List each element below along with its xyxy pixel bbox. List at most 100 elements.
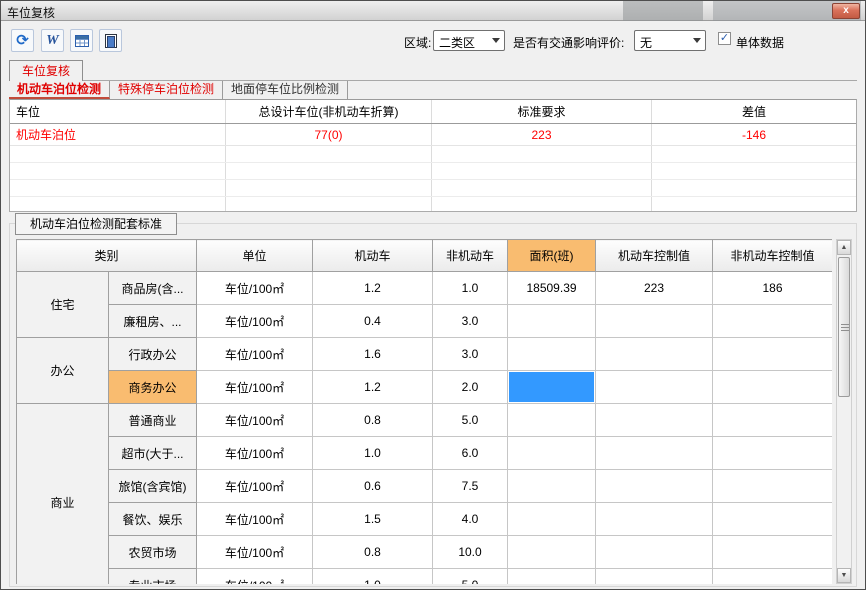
motor-control-cell[interactable] <box>596 338 713 371</box>
nonmotor-cell[interactable]: 3.0 <box>433 338 508 371</box>
motor-control-cell[interactable] <box>596 536 713 569</box>
category-cell[interactable]: 超市(大于... <box>109 437 197 470</box>
col-header-motor-control[interactable]: 机动车控制值 <box>596 240 713 272</box>
category-cell[interactable]: 普通商业 <box>109 404 197 437</box>
region-combobox[interactable]: 二类区 <box>433 30 505 51</box>
area-cell[interactable] <box>508 536 596 569</box>
refresh-button[interactable]: ⟳ <box>11 29 34 52</box>
category-cell[interactable]: 餐饮、娱乐 <box>109 503 197 536</box>
single-data-checkbox[interactable]: ✓ <box>718 32 731 45</box>
nonmotor-control-cell[interactable]: 186 <box>713 272 832 305</box>
unit-cell[interactable]: 车位/100㎡ <box>197 536 313 569</box>
tab-parking-review[interactable]: 车位复核 <box>9 60 83 81</box>
scroll-down-button[interactable]: ▼ <box>837 568 851 583</box>
category-cell-selected[interactable]: 商务办公 <box>109 371 197 404</box>
unit-cell[interactable]: 车位/100㎡ <box>197 305 313 338</box>
category-cell[interactable]: 农贸市场 <box>109 536 197 569</box>
traffic-impact-combobox[interactable]: 无 <box>634 30 706 51</box>
nonmotor-cell[interactable]: 7.5 <box>433 470 508 503</box>
motor-cell[interactable]: 0.6 <box>313 470 433 503</box>
motor-control-cell[interactable] <box>596 503 713 536</box>
nonmotor-control-cell[interactable] <box>713 470 832 503</box>
nonmotor-cell[interactable]: 10.0 <box>433 536 508 569</box>
col-header-standard[interactable]: 标准要求 <box>432 100 652 123</box>
group-cell-commercial[interactable]: 商业 <box>17 404 109 585</box>
summary-cell-difference[interactable]: -146 <box>652 124 856 145</box>
nonmotor-control-cell[interactable] <box>713 569 832 585</box>
area-cell[interactable] <box>508 404 596 437</box>
nonmotor-control-cell[interactable] <box>713 503 832 536</box>
close-button[interactable]: x <box>832 3 860 19</box>
title-bar[interactable]: 车位复核 x <box>1 1 865 21</box>
nonmotor-control-cell[interactable] <box>713 371 832 404</box>
nonmotor-control-cell[interactable] <box>713 338 832 371</box>
motor-control-cell[interactable] <box>596 305 713 338</box>
category-cell[interactable]: 行政办公 <box>109 338 197 371</box>
area-cell[interactable] <box>508 437 596 470</box>
nonmotor-cell[interactable]: 3.0 <box>433 305 508 338</box>
motor-cell[interactable]: 1.6 <box>313 338 433 371</box>
col-header-unit[interactable]: 单位 <box>197 240 313 272</box>
nonmotor-cell[interactable]: 5.0 <box>433 569 508 585</box>
nonmotor-cell[interactable]: 2.0 <box>433 371 508 404</box>
category-cell[interactable]: 廉租房、... <box>109 305 197 338</box>
nonmotor-cell[interactable]: 4.0 <box>433 503 508 536</box>
col-header-motor[interactable]: 机动车 <box>313 240 433 272</box>
group-cell-residential[interactable]: 住宅 <box>17 272 109 338</box>
col-header-area-selected[interactable]: 面积(班) <box>508 240 596 272</box>
vertical-scrollbar[interactable]: ▲ ▼ <box>836 239 852 584</box>
unit-cell[interactable]: 车位/100㎡ <box>197 470 313 503</box>
summary-cell-name[interactable]: 机动车泊位 <box>10 124 226 145</box>
category-cell[interactable]: 旅馆(含宾馆) <box>109 470 197 503</box>
motor-control-cell[interactable] <box>596 371 713 404</box>
motor-cell[interactable]: 1.2 <box>313 371 433 404</box>
area-cell[interactable] <box>508 569 596 585</box>
col-header-nonmotor[interactable]: 非机动车 <box>433 240 508 272</box>
motor-control-cell[interactable] <box>596 569 713 585</box>
nonmotor-control-cell[interactable] <box>713 437 832 470</box>
unit-cell[interactable]: 车位/100㎡ <box>197 404 313 437</box>
tab-ground-parking-ratio-check[interactable]: 地面停车位比例检测 <box>223 81 348 99</box>
motor-control-cell[interactable] <box>596 437 713 470</box>
col-header-parking[interactable]: 车位 <box>10 100 226 123</box>
export-table-button[interactable] <box>70 29 93 52</box>
motor-cell[interactable]: 0.8 <box>313 536 433 569</box>
motor-control-cell[interactable]: 223 <box>596 272 713 305</box>
unit-cell[interactable]: 车位/100㎡ <box>197 503 313 536</box>
unit-cell[interactable]: 车位/100㎡ <box>197 338 313 371</box>
motor-cell[interactable]: 1.5 <box>313 503 433 536</box>
area-cell[interactable] <box>508 503 596 536</box>
export-word-button[interactable]: W <box>41 29 64 52</box>
nonmotor-cell[interactable]: 6.0 <box>433 437 508 470</box>
nonmotor-cell[interactable]: 1.0 <box>433 272 508 305</box>
unit-cell[interactable]: 车位/100㎡ <box>197 437 313 470</box>
group-cell-office[interactable]: 办公 <box>17 338 109 404</box>
tab-special-parking-check[interactable]: 特殊停车泊位检测 <box>110 81 223 99</box>
motor-cell[interactable]: 0.8 <box>313 404 433 437</box>
unit-cell[interactable]: 车位/100㎡ <box>197 371 313 404</box>
nonmotor-control-cell[interactable] <box>713 305 832 338</box>
category-cell[interactable]: 商品房(含... <box>109 272 197 305</box>
area-cell[interactable]: 18509.39 <box>508 272 596 305</box>
area-cell[interactable] <box>508 338 596 371</box>
motor-control-cell[interactable] <box>596 404 713 437</box>
exit-button[interactable] <box>99 29 122 52</box>
motor-cell[interactable]: 1.2 <box>313 272 433 305</box>
unit-cell[interactable]: 车位/100㎡ <box>197 569 313 585</box>
tab-motor-parking-check[interactable]: 机动车泊位检测 <box>9 81 110 99</box>
nonmotor-control-cell[interactable] <box>713 536 832 569</box>
category-cell[interactable]: 专业市场 <box>109 569 197 585</box>
motor-cell[interactable]: 1.0 <box>313 569 433 585</box>
scrollbar-thumb[interactable] <box>838 257 850 397</box>
col-header-difference[interactable]: 差值 <box>652 100 856 123</box>
col-header-nonmotor-control[interactable]: 非机动车控制值 <box>713 240 832 272</box>
area-cell[interactable] <box>508 470 596 503</box>
summary-data-row[interactable]: 机动车泊位 77(0) 223 -146 <box>10 124 856 146</box>
area-cell-selected[interactable] <box>508 371 596 404</box>
summary-cell-designed[interactable]: 77(0) <box>226 124 432 145</box>
motor-cell[interactable]: 0.4 <box>313 305 433 338</box>
area-cell[interactable] <box>508 305 596 338</box>
summary-cell-standard[interactable]: 223 <box>432 124 652 145</box>
motor-cell[interactable]: 1.0 <box>313 437 433 470</box>
motor-control-cell[interactable] <box>596 470 713 503</box>
